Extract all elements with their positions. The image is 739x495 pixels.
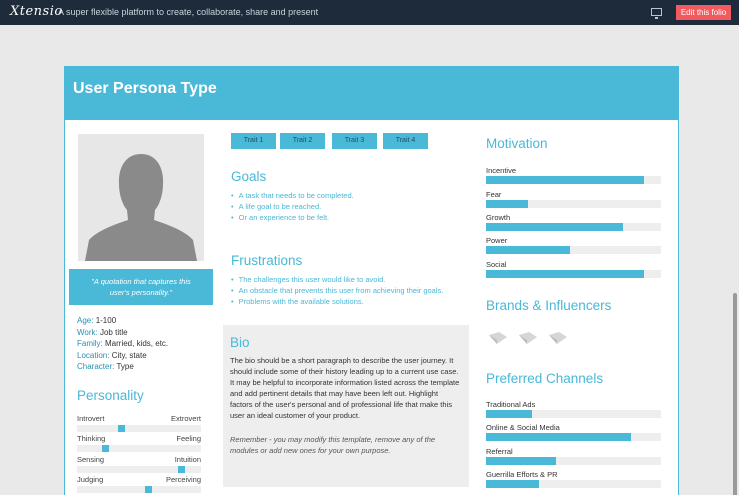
list-item: The challenges this user would like to a… [231,274,443,285]
list-item: A task that needs to be completed. [231,190,354,201]
brands-heading[interactable]: Brands & Influencers [486,298,611,313]
persona-quote[interactable]: "A quotation that captures this user's p… [69,269,213,305]
channels-heading[interactable]: Preferred Channels [486,371,603,386]
goals-heading[interactable]: Goals [231,169,266,184]
bio-section[interactable]: Bio The bio should be a short paragraph … [223,325,469,487]
edit-folio-button[interactable]: Edit this folio [676,5,731,20]
slider-track[interactable] [77,445,201,452]
bar-fill [486,410,532,418]
bar-fill [486,176,644,184]
brand-placeholder-icon[interactable] [547,331,569,345]
persona-photo[interactable] [78,134,204,261]
list-item: A life goal to be reached. [231,201,354,212]
bar-fill [486,270,644,278]
persona-header: User Persona Type [65,67,678,120]
personality-heading[interactable]: Personality [77,388,144,403]
trait-3[interactable]: Trait 3 [332,133,377,149]
bar-fill [486,457,556,465]
bar-track [486,433,661,441]
person-silhouette-icon [85,154,197,261]
bio-note: Remember - you may modify this template,… [230,435,436,455]
bar-fill [486,480,539,488]
brand-placeholder-icon[interactable] [517,331,539,345]
bar-fill [486,433,632,441]
list-item: An obstacle that prevents this user from… [231,285,444,296]
bar-fill [486,200,528,208]
bar-track [486,200,661,208]
trait-1[interactable]: Trait 1 [231,133,276,149]
trait-2[interactable]: Trait 2 [280,133,325,149]
bar-fill [486,246,570,254]
persona-details[interactable]: Age: 1-100 Work: Job title Family: Marri… [77,315,168,373]
slider-knob[interactable] [118,425,126,432]
bar-track [486,480,661,488]
bio-text: The bio should be a short paragraph to d… [230,356,460,420]
page-scrollbar[interactable] [733,293,737,495]
slider-knob[interactable] [145,486,153,493]
bar-track [486,176,661,184]
list-item: Or an experience to be felt. [231,212,354,223]
tagline: A super flexible platform to create, col… [58,7,319,17]
bar-track [486,410,661,418]
top-bar: Xtensio A super flexible platform to cre… [0,0,739,25]
bar-track [486,270,661,278]
bio-heading: Bio [230,335,250,350]
slider-knob[interactable] [102,445,110,452]
slider-track[interactable] [77,486,201,493]
slider-track[interactable] [77,425,201,432]
detail-location: Location: City, state [77,350,147,360]
detail-work: Work: Job title [77,327,128,337]
monitor-icon[interactable] [651,8,662,19]
bar-fill [486,223,623,231]
brand-placeholder-icon[interactable] [487,331,509,345]
slider-knob[interactable] [177,466,185,473]
trait-4[interactable]: Trait 4 [383,133,428,149]
bar-track [486,457,661,465]
page-title[interactable]: User Persona Type [73,80,217,98]
xtensio-logo[interactable]: Xtensio [10,4,63,19]
goals-list[interactable]: A task that needs to be completed. A lif… [231,190,354,223]
detail-family: Family: Married, kids, etc. [77,339,169,348]
bar-track [486,223,661,231]
detail-age: Age: 1-100 [77,316,117,325]
frustrations-list[interactable]: The challenges this user would like to a… [231,274,444,307]
detail-character: Character: Type [77,362,134,371]
list-item: Problems with the available solutions. [231,296,443,307]
bar-track [486,246,661,254]
persona-page: User Persona Type "A quotation that capt… [64,66,679,495]
slider-track[interactable] [77,466,201,473]
motivation-heading[interactable]: Motivation [486,136,548,151]
canvas: User Persona Type "A quotation that capt… [0,25,739,495]
frustrations-heading[interactable]: Frustrations [231,253,302,268]
